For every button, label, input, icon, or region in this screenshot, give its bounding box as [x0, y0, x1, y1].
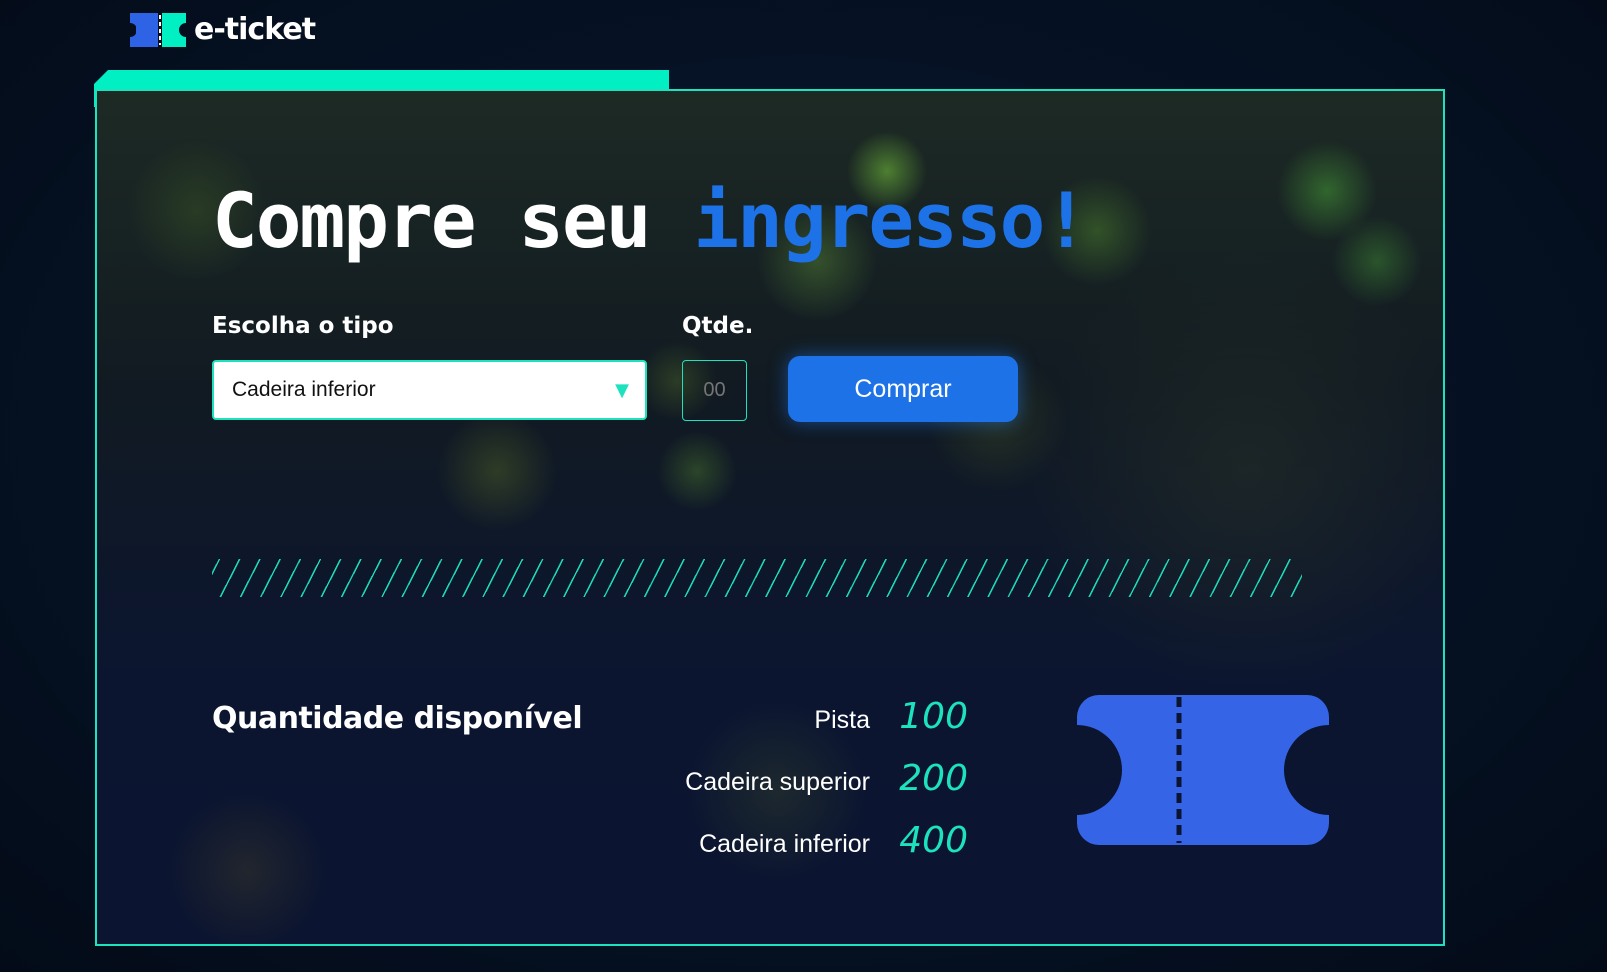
availability-row-cadeira-superior: Cadeira superior 200 [568, 758, 968, 802]
availability-label: Cadeira superior [685, 768, 870, 796]
dropdown-caret-icon: ▼ [615, 379, 629, 401]
availability-label: Cadeira inferior [699, 830, 870, 858]
logo[interactable]: e-ticket [130, 12, 316, 47]
ticket-illustration-icon [1077, 695, 1329, 845]
title-accent: ingresso! [693, 176, 1089, 265]
availability-value: 400 [899, 820, 968, 861]
availability-list: Pista 100 Cadeira superior 200 Cadeira i… [568, 696, 968, 864]
ticket-type-value: Cadeira inferior [232, 378, 376, 401]
availability-title: Quantidade disponível [212, 701, 583, 736]
hatch-divider [212, 559, 1302, 597]
availability-row-pista: Pista 100 [568, 696, 968, 740]
availability-label: Pista [814, 706, 870, 734]
availability-value: 100 [899, 696, 968, 737]
purchase-card: Compre seu ingresso! Escolha o tipo Cade… [95, 89, 1445, 946]
buy-button[interactable]: Comprar [788, 356, 1018, 422]
ticket-logo-icon [130, 12, 186, 47]
qty-label: Qtde. [682, 313, 754, 339]
availability-row-cadeira-inferior: Cadeira inferior 400 [568, 820, 968, 864]
logo-text: e-ticket [194, 12, 316, 47]
type-label: Escolha o tipo [212, 313, 394, 339]
quantity-input[interactable] [682, 360, 747, 421]
page-title: Compre seu ingresso! [212, 176, 1089, 265]
title-main: Compre seu [212, 176, 694, 265]
availability-value: 200 [899, 758, 968, 799]
ticket-type-select[interactable]: Cadeira inferior ▼ [212, 360, 647, 420]
